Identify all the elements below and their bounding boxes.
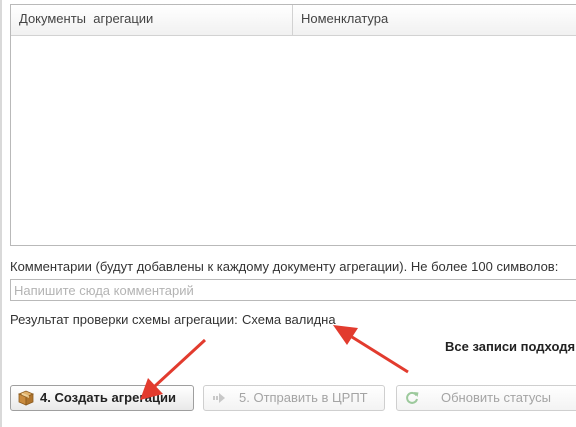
send-to-crpt-button[interactable]: 5. Отправить в ЦРПТ bbox=[203, 385, 385, 411]
refresh-icon bbox=[403, 389, 421, 407]
validation-result-value: Схема валидна bbox=[242, 312, 336, 327]
aggregation-table[interactable]: Документы агрегации Номенклатура bbox=[10, 4, 576, 246]
table-header: Документы агрегации Номенклатура bbox=[11, 5, 576, 36]
refresh-statuses-label: Обновить статусы bbox=[441, 390, 552, 405]
comment-label: Комментарии (будут добавлены к каждому д… bbox=[10, 259, 559, 274]
package-icon bbox=[17, 389, 35, 407]
refresh-statuses-button[interactable]: Обновить статусы bbox=[396, 385, 576, 411]
comment-input[interactable] bbox=[10, 279, 576, 301]
create-aggregations-label: 4. Создать агрегации bbox=[40, 390, 176, 405]
column-header-nomenclature[interactable]: Номенклатура bbox=[293, 5, 576, 35]
create-aggregations-button[interactable]: 4. Создать агрегации bbox=[10, 385, 194, 411]
column-header-aggregation-documents[interactable]: Документы агрегации bbox=[11, 5, 293, 35]
window-left-border bbox=[0, 0, 2, 427]
send-to-crpt-label: 5. Отправить в ЦРПТ bbox=[239, 390, 368, 405]
annotation-arrow-to-validation bbox=[333, 325, 409, 374]
validation-result-label: Результат проверки схемы агрегации: bbox=[10, 312, 238, 327]
all-records-status-text: Все записи подходя bbox=[445, 339, 576, 354]
send-arrow-icon bbox=[212, 389, 230, 407]
